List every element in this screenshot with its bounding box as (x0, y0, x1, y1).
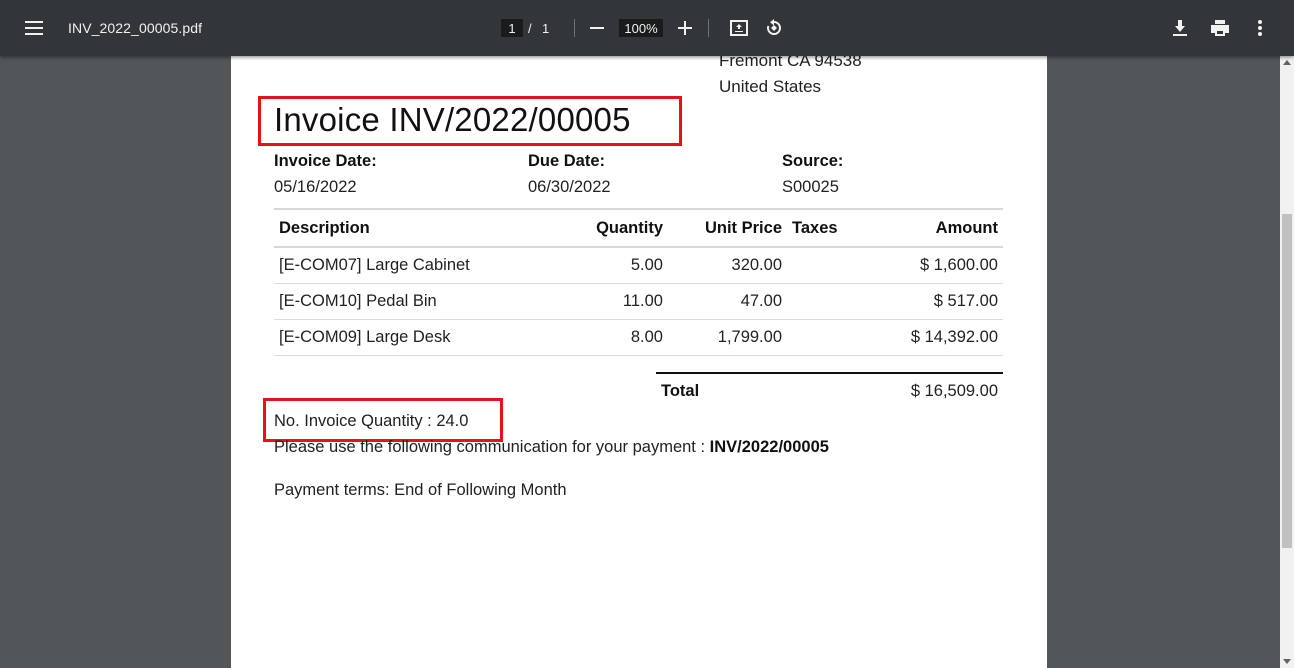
payment-terms: Payment terms: End of Following Month (274, 481, 567, 499)
download-icon[interactable] (1164, 12, 1196, 44)
file-name: INV_2022_00005.pdf (68, 20, 203, 36)
line-unit-price: 1,799.00 (668, 319, 787, 356)
highlight-box-quantity (263, 398, 503, 442)
more-vertical-icon[interactable] (1244, 12, 1276, 44)
due-date-label: Due Date: (528, 152, 606, 170)
address-line: United States (719, 77, 822, 96)
line-amount: $ 517.00 (844, 283, 1003, 320)
line-taxes (787, 247, 844, 284)
line-description: [E-COM07] Large Cabinet (274, 247, 557, 284)
scrollbar-thumb[interactable] (1282, 214, 1292, 548)
line-quantity: 8.00 (557, 319, 668, 356)
line-taxes (787, 319, 844, 356)
line-quantity: 5.00 (557, 247, 668, 284)
scroll-down-icon[interactable] (1283, 659, 1291, 664)
payment-communication: Please use the following communication f… (274, 438, 829, 457)
highlight-box-title (258, 96, 682, 146)
plus-icon[interactable] (669, 12, 701, 44)
toolbar-divider (574, 19, 575, 37)
line-amount: $ 1,600.00 (844, 247, 1003, 284)
rotate-icon[interactable] (758, 12, 790, 44)
total-label: Total (661, 382, 700, 400)
source-value: S00025 (782, 178, 839, 196)
total-value: $ 16,509.00 (910, 382, 998, 400)
due-date-value: 06/30/2022 (528, 178, 611, 196)
table-row: [E-COM07] Large Cabinet 5.00 320.00 $ 1,… (274, 247, 1003, 284)
column-header-amount: Amount (844, 208, 1003, 248)
communication-text: Please use the following communication f… (274, 438, 706, 456)
scroll-up-icon[interactable] (1283, 60, 1291, 65)
table-row: [E-COM09] Large Desk 8.00 1,799.00 $ 14,… (274, 319, 1003, 356)
page-number-input[interactable]: 1 (501, 19, 523, 37)
total-divider (656, 372, 1003, 374)
line-description: [E-COM09] Large Desk (274, 319, 557, 356)
invoice-lines-table: Description Quantity Unit Price Taxes Am… (274, 208, 1003, 356)
table-row: [E-COM10] Pedal Bin 11.00 47.00 $ 517.00 (274, 283, 1003, 320)
menu-icon[interactable] (18, 12, 50, 44)
column-header-unit-price: Unit Price (668, 208, 787, 248)
table-header-row: Description Quantity Unit Price Taxes Am… (274, 208, 1003, 248)
communication-reference: INV/2022/00005 (709, 438, 829, 456)
line-quantity: 11.00 (557, 283, 668, 320)
total-pages: 1 (542, 20, 550, 36)
line-description: [E-COM10] Pedal Bin (274, 283, 557, 320)
line-amount: $ 14,392.00 (844, 319, 1003, 356)
fit-to-page-icon[interactable] (723, 12, 755, 44)
vertical-scrollbar[interactable] (1280, 56, 1294, 668)
column-header-description: Description (274, 208, 557, 248)
column-header-taxes: Taxes (787, 208, 844, 248)
line-unit-price: 320.00 (668, 247, 787, 284)
toolbar-divider (708, 19, 709, 37)
source-label: Source: (782, 152, 844, 170)
line-unit-price: 47.00 (668, 283, 787, 320)
print-icon[interactable] (1204, 12, 1236, 44)
column-header-quantity: Quantity (557, 208, 668, 248)
pdf-toolbar: INV_2022_00005.pdf 1 / 1 100% (0, 0, 1294, 56)
minus-icon[interactable] (581, 12, 613, 44)
zoom-input[interactable]: 100% (619, 19, 663, 37)
invoice-date-label: Invoice Date: (274, 152, 377, 170)
invoice-date-value: 05/16/2022 (274, 178, 357, 196)
line-taxes (787, 283, 844, 320)
page-separator: / (528, 20, 532, 36)
pdf-page: Fremont CA 94538 United States Invoice I… (231, 51, 1047, 668)
